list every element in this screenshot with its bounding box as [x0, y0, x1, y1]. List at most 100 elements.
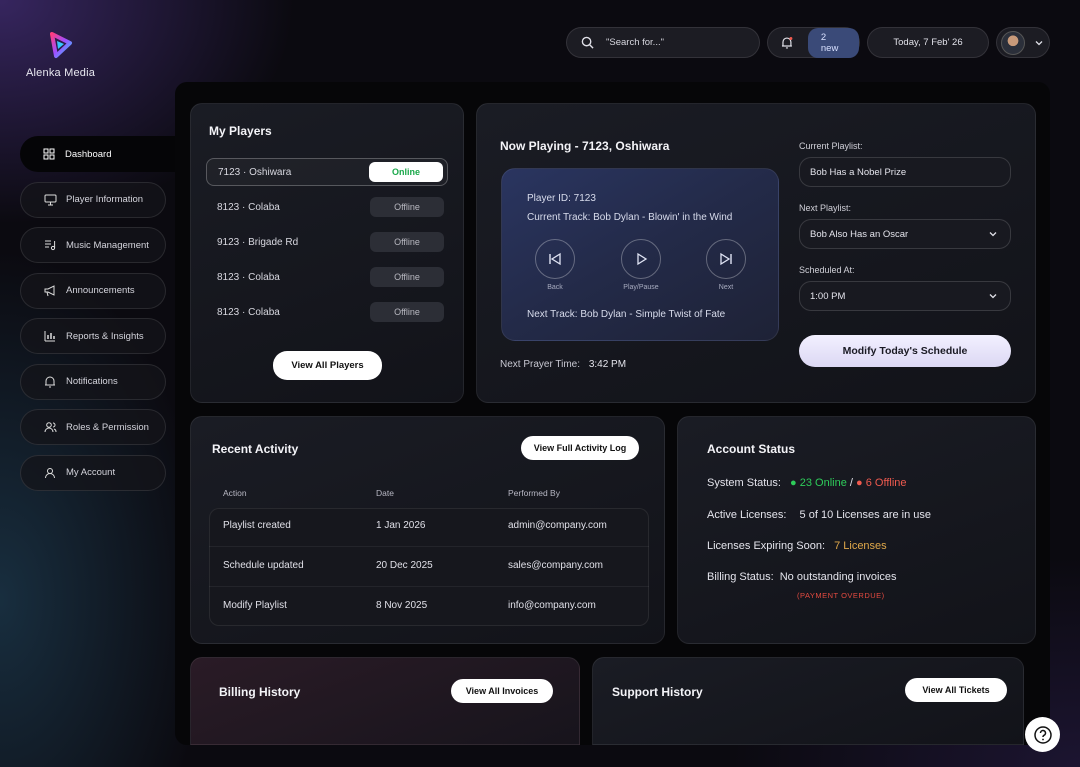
chevron-down-icon — [989, 294, 997, 299]
cell-performed-by: info@company.com — [508, 600, 596, 611]
monitor-icon — [43, 193, 57, 207]
back-label: Back — [547, 284, 563, 291]
bell-icon — [43, 375, 57, 389]
current-playlist-field[interactable]: Bob Has a Nobel Prize — [799, 157, 1011, 187]
billing-title: Billing History — [219, 685, 301, 699]
status-separator: / — [849, 477, 853, 489]
help-icon — [1033, 725, 1052, 744]
megaphone-icon — [43, 284, 57, 298]
cell-performed-by: admin@company.com — [508, 520, 607, 531]
modify-schedule-button[interactable]: Modify Today's Schedule — [799, 335, 1011, 367]
payment-overdue-notice: (PAYMENT OVERDUE) — [797, 591, 885, 600]
brand-name: Alenka Media — [26, 67, 96, 79]
scheduled-time-select[interactable]: 1:00 PM — [799, 281, 1011, 311]
sidebar-item-my-account[interactable]: My Account — [20, 454, 166, 491]
cell-date: 1 Jan 2026 — [376, 520, 426, 531]
player-name: 7123 · Oshiwara — [218, 166, 292, 178]
sidebar-item-player-information[interactable]: Player Information — [20, 181, 166, 218]
next-playlist-select[interactable]: Bob Also Has an Oscar — [799, 219, 1011, 249]
table-row[interactable]: Schedule updated 20 Dec 2025 sales@compa… — [209, 547, 649, 587]
logo-mark-icon — [50, 32, 72, 58]
sidebar: Dashboard Player Information Music Manag… — [20, 136, 176, 500]
player-row[interactable]: 8123 · Colaba Offline — [206, 193, 448, 221]
sidebar-item-music-management[interactable]: Music Management — [20, 227, 166, 263]
sidebar-item-roles-permission[interactable]: Roles & Permission — [20, 409, 166, 445]
scheduled-value: 1:00 PM — [810, 290, 846, 302]
billing-label: Billing Status: — [707, 571, 774, 583]
players-card: My Players 7123 · Oshiwara Online 8123 ·… — [190, 103, 464, 403]
view-all-tickets-button[interactable]: View All Tickets — [905, 678, 1007, 702]
sidebar-item-label: My Account — [66, 467, 116, 478]
sidebar-item-label: Notifications — [66, 376, 118, 387]
billing-history-card: Billing History View All Invoices — [190, 657, 580, 745]
sidebar-item-label: Announcements — [66, 285, 135, 296]
play-pause-button[interactable] — [621, 239, 661, 279]
player-name: 8123 · Colaba — [217, 271, 280, 283]
column-header-performed-by: Performed By — [508, 488, 560, 498]
next-playlist-label: Next Playlist: — [799, 203, 852, 213]
scheduled-label: Scheduled At: — [799, 265, 855, 275]
player-row[interactable]: 7123 · Oshiwara Online — [206, 158, 448, 186]
search-input[interactable]: "Search for..." — [566, 27, 760, 58]
licenses-value: 5 of 10 Licenses are in use — [799, 509, 932, 521]
now-playing-title: Now Playing - 7123, Oshiwara — [500, 139, 670, 153]
play-pause-label: Play/Pause — [623, 284, 659, 291]
player-console: Player ID: 7123 Current Track: Bob Dylan… — [501, 168, 779, 341]
status-badge: Offline — [370, 302, 444, 322]
view-all-invoices-button[interactable]: View All Invoices — [451, 679, 553, 703]
next-track: Next Track: Bob Dylan - Simple Twist of … — [527, 309, 726, 320]
cell-action: Modify Playlist — [223, 600, 287, 611]
brand-logo[interactable]: Alenka Media — [26, 30, 106, 79]
licenses-label: Active Licenses: — [707, 509, 787, 521]
next-prayer-time: Next Prayer Time: 3:42 PM — [500, 359, 626, 370]
notifications-badge: 2 new — [807, 27, 859, 58]
sidebar-item-announcements[interactable]: Announcements — [20, 272, 166, 309]
notifications-button[interactable]: 2 new — [767, 27, 860, 58]
sidebar-item-dashboard[interactable]: Dashboard — [20, 136, 176, 172]
view-all-players-button[interactable]: View All Players — [273, 351, 382, 380]
sidebar-item-notifications[interactable]: Notifications — [20, 363, 166, 400]
now-playing-card: Now Playing - 7123, Oshiwara Player ID: … — [476, 103, 1036, 403]
player-id: Player ID: 7123 — [527, 193, 596, 204]
sidebar-item-label: Reports & Insights — [66, 330, 144, 342]
avatar — [1001, 30, 1025, 55]
sidebar-item-label: Player Information — [66, 194, 144, 205]
search-icon — [581, 36, 594, 49]
view-activity-log-button[interactable]: View Full Activity Log — [521, 436, 639, 460]
account-status-card: Account Status System Status: ● 23 Onlin… — [677, 416, 1036, 644]
expiring-value: 7 Licenses — [834, 540, 887, 552]
account-title: Account Status — [707, 442, 796, 456]
cell-performed-by: sales@company.com — [508, 560, 603, 571]
activity-title: Recent Activity — [212, 442, 299, 456]
user-icon — [43, 466, 57, 480]
player-row[interactable]: 9123 · Brigade Rd Offline — [206, 228, 448, 256]
expiring-label: Licenses Expiring Soon: — [707, 540, 826, 552]
player-name: 8123 · Colaba — [217, 201, 280, 213]
table-row[interactable]: Modify Playlist 8 Nov 2025 info@company.… — [209, 587, 649, 627]
support-history-card: Support History View All Tickets — [592, 657, 1024, 745]
next-button[interactable] — [706, 239, 746, 279]
chevron-down-icon — [1035, 40, 1043, 45]
sidebar-item-label: Dashboard — [65, 148, 112, 160]
search-placeholder: "Search for..." — [606, 37, 664, 48]
column-header-date: Date — [376, 488, 394, 498]
profile-menu[interactable] — [996, 27, 1050, 58]
players-title: My Players — [209, 124, 272, 138]
grid-icon — [42, 147, 56, 161]
next-prayer-value: 3:42 PM — [588, 359, 627, 370]
player-row[interactable]: 8123 · Colaba Offline — [206, 263, 448, 291]
table-row[interactable]: Playlist created 1 Jan 2026 admin@compan… — [209, 507, 649, 547]
online-count: ● 23 Online — [790, 477, 847, 489]
system-status-label: System Status: — [707, 477, 781, 489]
bell-icon — [781, 36, 793, 49]
column-header-action: Action — [223, 488, 247, 498]
help-button[interactable] — [1025, 717, 1060, 752]
sidebar-item-label: Roles & Permission — [66, 421, 149, 433]
back-button[interactable] — [535, 239, 575, 279]
billing-value: No outstanding invoices — [779, 571, 897, 583]
sidebar-item-reports-insights[interactable]: Reports & Insights — [20, 318, 166, 354]
next-playlist-value: Bob Also Has an Oscar — [810, 228, 909, 240]
support-title: Support History — [612, 685, 703, 699]
main-panel: My Players 7123 · Oshiwara Online 8123 ·… — [175, 82, 1050, 745]
player-row[interactable]: 8123 · Colaba Offline — [206, 298, 448, 326]
